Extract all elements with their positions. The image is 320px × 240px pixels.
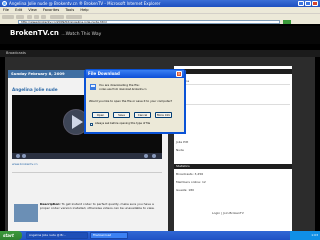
menu-edit[interactable]: Edit xyxy=(15,8,22,12)
close-window-button[interactable] xyxy=(312,1,318,6)
play-icon xyxy=(72,115,83,129)
dialog-question: Would you like to open the file or save … xyxy=(89,99,173,103)
sidebar-heading: Search xyxy=(174,69,292,74)
site-name: BrokenTV.cn xyxy=(10,29,59,37)
nav-item-broadcasts[interactable]: Broadcasts xyxy=(6,51,26,55)
sidebar-stat: Guests: 180 xyxy=(176,188,195,192)
minimize-button[interactable] xyxy=(298,1,304,6)
maximize-button[interactable] xyxy=(305,1,311,6)
always-ask-label: Always ask before opening this type of f… xyxy=(95,122,151,125)
taskbar-item-browser[interactable]: Angelina Jolie nude @ Br... xyxy=(26,232,88,239)
sidebar-item[interactable]: Jolie Pitt xyxy=(176,140,188,144)
login-link[interactable]: Login | Join BrokenTV xyxy=(212,211,244,215)
menu-file[interactable]: File xyxy=(3,8,9,12)
volume-icon[interactable] xyxy=(144,154,148,158)
sidebar xyxy=(174,66,292,231)
divider xyxy=(176,84,290,85)
dialog-title: File Download xyxy=(86,70,184,78)
dialog-close-button[interactable]: × xyxy=(176,71,182,77)
fullscreen-icon[interactable] xyxy=(152,154,156,158)
window-title-bar: Angelina Jolie nude @ Brokentv.cn ® Brok… xyxy=(0,0,320,7)
always-ask-checkbox[interactable] xyxy=(90,123,93,126)
open-button[interactable]: Open xyxy=(92,112,109,118)
divider xyxy=(12,172,162,173)
menu-tools[interactable]: Tools xyxy=(65,8,74,12)
system-tray-clock: 1:03 xyxy=(290,231,320,240)
cancel-button[interactable]: Cancel xyxy=(134,112,151,118)
menu-favorites[interactable]: Favorites xyxy=(43,8,59,12)
sidebar-stat: Members online: 12 xyxy=(176,180,206,184)
dialog-message: You are downloading the file: xyxy=(99,83,140,87)
divider xyxy=(176,104,290,105)
dialog-filename: codec.exe from download.brokentv.cn xyxy=(99,88,147,91)
video-controls xyxy=(12,153,162,159)
ie-app-icon xyxy=(2,1,7,6)
save-button[interactable]: Save xyxy=(113,112,130,118)
menu-view[interactable]: View xyxy=(28,8,37,12)
sidebar-item[interactable]: Nude xyxy=(176,148,184,152)
play-control-icon[interactable] xyxy=(16,154,20,158)
taskbar-item-download[interactable]: Filedownload xyxy=(90,232,128,239)
sidebar-heading: Statistics xyxy=(174,164,292,169)
site-tagline: ...Watch This Way xyxy=(61,32,102,37)
download-file-icon xyxy=(89,83,97,91)
sidebar-stat: Broadcasts: 3,456 xyxy=(176,172,204,176)
post-description: Description: To get instant codec to per… xyxy=(40,202,160,210)
more-info-button[interactable]: More Info xyxy=(155,112,172,118)
site-logo[interactable]: BrokenTV.cn ...Watch This Way xyxy=(10,29,101,37)
post-title[interactable]: Angelina Jolie nude xyxy=(12,87,58,92)
stop-control-icon[interactable] xyxy=(22,154,26,158)
video-caption: www.brokentv.cn xyxy=(12,162,38,166)
window-title: Angelina Jolie nude @ Brokentv.cn ® Brok… xyxy=(9,1,161,6)
codec-thumbnail xyxy=(14,204,38,222)
start-button[interactable]: start xyxy=(0,231,22,240)
nav-bar xyxy=(0,50,320,57)
window-controls xyxy=(298,1,318,6)
menu-help[interactable]: Help xyxy=(80,8,88,12)
